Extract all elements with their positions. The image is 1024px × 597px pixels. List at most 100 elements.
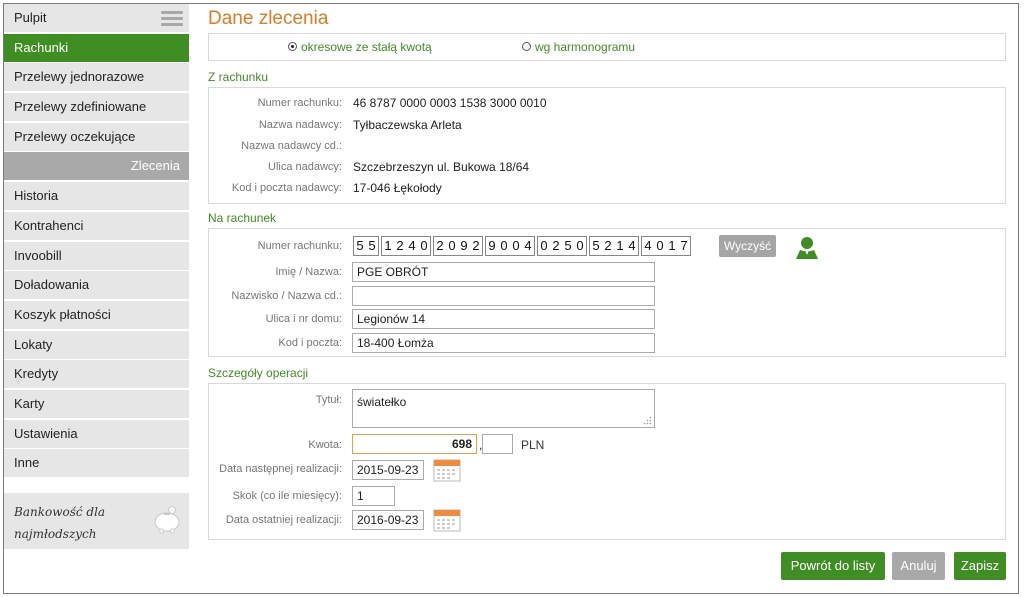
sidebar-item-kredyty[interactable]: Kredyty [4,360,189,389]
sidebar-item-koszyk-platnosci[interactable]: Koszyk płatności [4,300,189,329]
account-digit-group[interactable]: 1240 [381,236,431,256]
amount-decimal-field[interactable] [482,434,513,454]
sidebar-item-kontrahenci[interactable]: Kontrahenci [4,211,189,240]
step-field[interactable]: 1 [352,486,395,506]
clear-button[interactable]: Wyczyść [719,235,776,257]
last-date-field[interactable]: 2016-09-23 [352,510,424,530]
sidebar-item-pulpit[interactable]: Pulpit [4,4,189,32]
account-digit: 5 [592,238,600,253]
sidebar-item-rachunki[interactable]: Rachunki [4,33,189,62]
sidebar-item-label: Przelewy jednorazowe [14,69,145,85]
menu-icon[interactable] [161,11,183,27]
cancel-button[interactable]: Anuluj [892,552,945,580]
recipient-postal-field[interactable]: 18-400 Łomża [352,333,655,353]
account-digit: 4 [408,238,416,253]
account-digit: 4 [524,238,532,253]
sidebar-item-historia[interactable]: Historia [4,182,189,211]
account-digit: 1 [384,238,392,253]
account-digit: 0 [540,238,548,253]
sidebar-item-ustawienia[interactable]: Ustawienia [4,419,189,448]
recipient-street-field[interactable]: Legionów 14 [352,309,655,329]
account-digit: 2 [552,238,560,253]
account-digit-group[interactable]: 5214 [589,236,639,256]
sidebar-item-przelewy-oczekujace[interactable]: Przelewy oczekujące [4,122,189,151]
sidebar-item-doladowania[interactable]: Doładowania [4,271,189,300]
back-to-list-button[interactable]: Powrót do listy [781,552,885,580]
calendar-icon[interactable] [433,458,461,482]
sidebar-item-label: Karty [14,395,45,411]
account-digit: 9 [460,238,468,253]
last-date-label: Data ostatniej realizacji: [225,514,342,526]
account-digit: 7 [680,238,688,253]
account-digit: 2 [396,238,404,253]
account-digit: 1 [616,238,624,253]
title-textarea[interactable]: światełko [352,389,655,428]
account-digit: 0 [448,238,456,253]
radio-schedule[interactable]: wg harmonogramu [522,40,635,54]
account-digit: 1 [668,238,676,253]
account-digit-group[interactable]: 55 [353,236,379,256]
to-account-box: Numer rachunku: 551240209290040250521440… [208,228,1006,357]
sidebar-item-przelewy-jednorazowe[interactable]: Przelewy jednorazowe [4,63,189,92]
order-type-selector: okresowe ze stałą kwotą wg harmonogramu [208,33,1006,61]
account-digit: 5 [368,238,376,253]
title-value: światełko [357,395,407,409]
sidebar-item-lokaty[interactable]: Lokaty [4,330,189,359]
app-frame: Pulpit Rachunki Przelewy jednorazowe Prz… [3,3,1019,594]
sidebar-item-inne[interactable]: Inne [4,449,189,478]
next-date-field[interactable]: 2015-09-23 [352,460,424,480]
promo-banner[interactable]: Bankowość dla najmłodszych [4,493,189,549]
promo-text: Bankowość dla najmłodszych [14,505,106,541]
recipient-name-field[interactable]: PGE OBRÓT [352,262,655,282]
sidebar-item-label: Historia [14,188,59,204]
sender-postal: 17-046 Łękołody [353,181,442,195]
account-digit-group[interactable]: 9004 [485,236,535,256]
sender-postal-label: Kod i poczta nadawcy: [231,182,342,194]
account-digit: 4 [628,238,636,253]
sidebar-item-invoobill[interactable]: Invoobill [4,241,189,270]
recipient-name-cont-field[interactable] [352,286,655,306]
save-button[interactable]: Zapisz [954,552,1006,580]
account-digit: 0 [656,238,664,253]
radio-label: wg harmonogramu [535,40,636,54]
account-number-input[interactable]: 55124020929004025052144017 [353,236,693,256]
sidebar-item-karty[interactable]: Karty [4,389,189,418]
radio-unchecked-icon[interactable] [522,42,531,51]
amount-integer-field[interactable]: 698 [352,434,477,454]
sidebar-section-label: Zlecenia [130,158,180,174]
account-digit-group[interactable]: 0250 [537,236,587,256]
sidebar-item-label: Przelewy zdefiniowane [14,99,147,115]
section-title-details: Szczegóły operacji [208,366,309,380]
account-digit: 2 [436,238,444,253]
piggy-bank-icon [154,506,180,534]
recipient-name-cont-label: Nazwisko / Nazwa cd.: [231,290,342,302]
sidebar-item-przelewy-zdefiniowane[interactable]: Przelewy zdefiniowane [4,93,189,122]
sender-street-label: Ulica nadawcy: [268,161,342,173]
contact-person-icon[interactable] [794,234,820,260]
sidebar-item-label: Lokaty [14,336,53,352]
section-title-from: Z rachunku [208,70,269,84]
sidebar-item-label: Kredyty [14,366,59,382]
account-digit: 9 [488,238,496,253]
account-digit: 2 [472,238,480,253]
account-digit: 2 [604,238,612,253]
sidebar-section-zlecenia: Zlecenia [4,152,189,181]
sidebar-item-label: Inne [14,455,40,471]
operation-details-box: Tytuł: światełko Kwota: 698 , PLN Data n… [208,383,1006,540]
sidebar-item-label: Ustawienia [14,425,78,441]
account-digit: 0 [512,238,520,253]
radio-checked-icon[interactable] [288,42,297,51]
account-digit-group[interactable]: 4017 [641,236,691,256]
section-title-to: Na rachunek [208,211,277,225]
title-label: Tytuł: [315,394,342,406]
next-date-label: Data następnej realizacji: [219,463,342,475]
sidebar-item-label: Pulpit [14,10,47,25]
recipient-postal-label: Kod i poczta: [278,337,342,349]
recipient-street-label: Ulica i nr domu: [265,313,342,325]
radio-fixed-amount[interactable]: okresowe ze stałą kwotą [288,40,432,54]
account-digit-group[interactable]: 2092 [433,236,483,256]
account-digit: 0 [500,238,508,253]
resize-grip-icon[interactable] [643,416,652,425]
amount-label: Kwota: [308,439,342,451]
calendar-icon[interactable] [433,508,461,532]
